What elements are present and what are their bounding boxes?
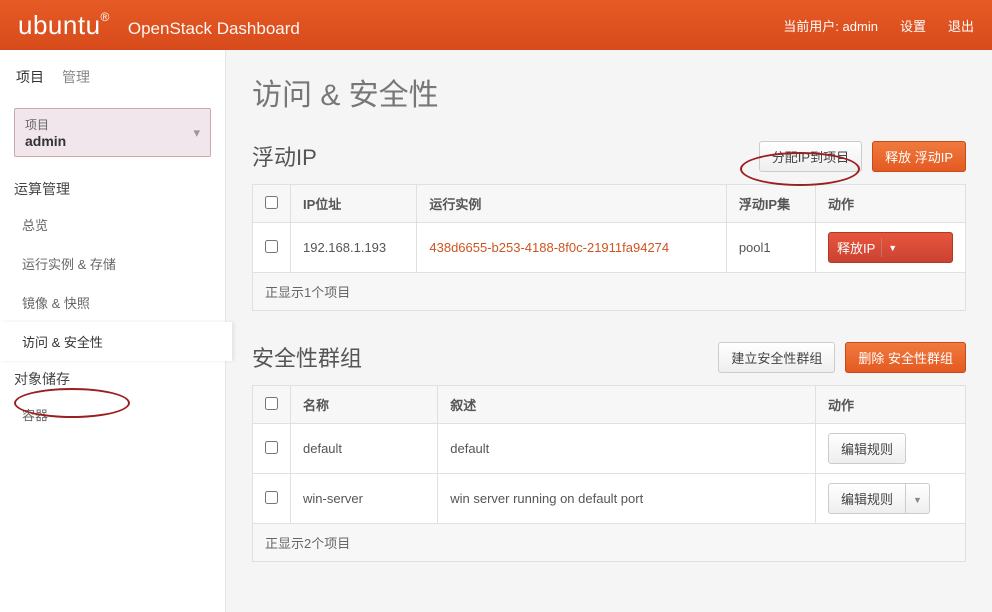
cell-desc: default <box>438 424 816 474</box>
instance-link[interactable]: 438d6655-b253-4188-8f0c-21911fa94274 <box>429 240 669 255</box>
product-name: OpenStack Dashboard <box>128 19 300 39</box>
top-bar: ubuntu® OpenStack Dashboard 当前用户: admin … <box>0 0 992 50</box>
row-checkbox[interactable] <box>265 240 278 253</box>
floating-ip-title: 浮动IP <box>252 140 317 172</box>
storage-heading: 对象储存 <box>0 361 225 395</box>
edit-rules-button[interactable]: 编辑规则 <box>828 483 906 514</box>
cell-actions: 释放IP▼ <box>816 223 966 273</box>
col-ip: IP位址 <box>291 185 417 223</box>
table-footer: 正显示1个项目 <box>253 273 966 311</box>
secgroup-table: 名称 叙述 动作 default default 编辑规则 win-server… <box>252 385 966 562</box>
row-checkbox[interactable] <box>265 491 278 504</box>
sidebar-tabs: 项目 管理 <box>0 64 225 96</box>
sidebar-item-images[interactable]: 镜像 & 快照 <box>0 283 225 322</box>
delete-secgroup-button[interactable]: 删除 安全性群组 <box>845 342 966 373</box>
col-actions: 动作 <box>816 185 966 223</box>
cell-name: default <box>291 424 438 474</box>
settings-link[interactable]: 设置 <box>900 16 926 35</box>
main-content: 访问 & 安全性 浮动IP 分配IP到项目 释放 浮动IP IP位址 运行实例 … <box>226 50 992 612</box>
secgroup-section-head: 安全性群组 建立安全性群组 删除 安全性群组 <box>252 341 966 373</box>
col-desc: 叙述 <box>438 386 816 424</box>
secgroup-title: 安全性群组 <box>252 341 362 373</box>
edit-rules-split: 编辑规则 ▼ <box>828 483 953 514</box>
chevron-down-icon: ▾ <box>193 125 200 141</box>
caret-down-icon: ▼ <box>913 495 922 505</box>
tab-admin[interactable]: 管理 <box>60 64 92 90</box>
project-name: admin <box>25 133 200 149</box>
row-checkbox[interactable] <box>265 441 278 454</box>
floating-ip-section-head: 浮动IP 分配IP到项目 释放 浮动IP <box>252 140 966 172</box>
project-label: 项目 <box>25 116 200 133</box>
create-secgroup-button[interactable]: 建立安全性群组 <box>718 342 835 373</box>
page-title: 访问 & 安全性 <box>252 70 966 114</box>
caret-down-icon: ▼ <box>888 243 897 253</box>
allocate-ip-button[interactable]: 分配IP到项目 <box>759 141 862 172</box>
tab-project[interactable]: 项目 <box>14 64 46 90</box>
compute-heading: 运算管理 <box>0 171 225 205</box>
select-all-checkbox[interactable] <box>265 397 278 410</box>
sidebar: 项目 管理 项目 admin ▾ 运算管理 总览 运行实例 & 存储 镜像 & … <box>0 50 226 612</box>
table-header-row: IP位址 运行实例 浮动IP集 动作 <box>253 185 966 223</box>
release-ip-button[interactable]: 释放IP▼ <box>828 232 953 263</box>
select-all-cell <box>253 185 291 223</box>
brand-name: ubuntu® <box>18 10 110 41</box>
sidebar-item-containers[interactable]: 容器 <box>0 395 225 434</box>
sidebar-item-instances[interactable]: 运行实例 & 存储 <box>0 244 225 283</box>
sidebar-item-overview[interactable]: 总览 <box>0 205 225 244</box>
table-row: default default 编辑规则 <box>253 424 966 474</box>
col-actions: 动作 <box>816 386 966 424</box>
cell-pool: pool1 <box>726 223 815 273</box>
logo: ubuntu® OpenStack Dashboard <box>18 10 300 41</box>
top-right-nav: 当前用户: admin 设置 退出 <box>783 16 974 35</box>
cell-name: win-server <box>291 474 438 524</box>
col-pool: 浮动IP集 <box>726 185 815 223</box>
cell-desc: win server running on default port <box>438 474 816 524</box>
table-header-row: 名称 叙述 动作 <box>253 386 966 424</box>
logout-link[interactable]: 退出 <box>948 16 974 35</box>
project-selector[interactable]: 项目 admin ▾ <box>14 108 211 157</box>
table-row: win-server win server running on default… <box>253 474 966 524</box>
sidebar-item-access-security[interactable]: 访问 & 安全性 <box>0 322 232 361</box>
edit-rules-dropdown[interactable]: ▼ <box>906 483 930 514</box>
release-floating-ip-button[interactable]: 释放 浮动IP <box>872 141 966 172</box>
edit-rules-button[interactable]: 编辑规则 <box>828 433 906 464</box>
col-name: 名称 <box>291 386 438 424</box>
cell-ip: 192.168.1.193 <box>291 223 417 273</box>
current-user: 当前用户: admin <box>783 16 878 35</box>
col-instance: 运行实例 <box>417 185 726 223</box>
floating-ip-table: IP位址 运行实例 浮动IP集 动作 192.168.1.193 438d665… <box>252 184 966 311</box>
cell-instance: 438d6655-b253-4188-8f0c-21911fa94274 <box>417 223 726 273</box>
table-footer: 正显示2个项目 <box>253 524 966 562</box>
select-all-checkbox[interactable] <box>265 196 278 209</box>
table-row: 192.168.1.193 438d6655-b253-4188-8f0c-21… <box>253 223 966 273</box>
